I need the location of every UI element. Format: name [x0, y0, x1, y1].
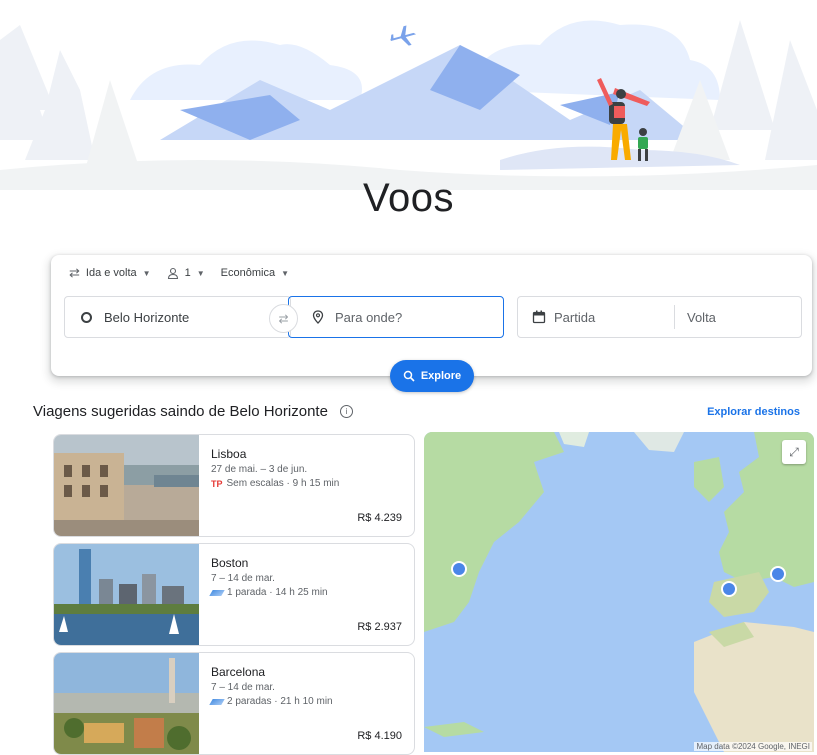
- passengers-select[interactable]: 1 ▼: [167, 267, 205, 279]
- trip-info: Lisboa 27 de mai. – 3 de jun. TP Sem esc…: [211, 447, 404, 489]
- person-icon: [167, 267, 178, 279]
- destination-field[interactable]: Para onde?: [288, 296, 504, 338]
- tap-logo-icon: TP: [211, 478, 223, 489]
- chevron-down-icon: ▼: [281, 268, 289, 278]
- trip-price: R$ 4.239: [357, 512, 402, 524]
- hero-illustration: [0, 0, 817, 190]
- trip-dates: 27 de mai. – 3 de jun.: [211, 464, 308, 475]
- airline-logo-icon: [209, 589, 225, 596]
- chevron-down-icon: ▼: [196, 268, 205, 278]
- barcelona-map-pin[interactable]: [770, 566, 786, 582]
- trip-flight-info: TP Sem escalas · 9 h 15 min: [211, 478, 404, 489]
- trip-price: R$ 2.937: [357, 621, 402, 633]
- expand-icon: ⤢: [789, 444, 799, 459]
- suggestions-title: Viagens sugeridas saindo de Belo Horizon…: [33, 403, 328, 420]
- passengers-count: 1: [184, 267, 191, 279]
- lisboa-map-pin[interactable]: [721, 581, 737, 597]
- origin-value: Belo Horizonte: [104, 309, 190, 325]
- info-icon[interactable]: i: [339, 405, 353, 418]
- swap-button[interactable]: ⇄: [269, 304, 298, 333]
- airline-logo-icon: [209, 698, 225, 705]
- trip-type-label: Ida e volta: [85, 267, 137, 279]
- swap-arrows-icon: ⇄: [69, 265, 80, 280]
- origin-field[interactable]: Belo Horizonte: [64, 296, 291, 338]
- map-attribution: Map data ©2024 Google, INEGI: [694, 742, 812, 751]
- destination-placeholder: Para onde?: [335, 309, 403, 325]
- trip-city: Lisboa: [211, 447, 247, 461]
- trip-card-lisboa[interactable]: Lisboa 27 de mai. – 3 de jun. TP Sem esc…: [53, 434, 415, 537]
- trip-flight-text: 2 paradas · 21 h 10 min: [227, 696, 333, 707]
- barcelona-photo: [54, 653, 199, 754]
- explore-button[interactable]: Explore: [390, 360, 474, 392]
- boston-map-pin[interactable]: [451, 561, 467, 577]
- page-title: Voos: [363, 176, 454, 220]
- trip-dates: 7 – 14 de mar.: [211, 573, 275, 584]
- return-placeholder[interactable]: Volta: [687, 310, 716, 325]
- origin-circle-icon: [81, 311, 92, 323]
- cabin-class-select[interactable]: Econômica ▼: [221, 267, 289, 279]
- suggestions-heading: Viagens sugeridas saindo de Belo Horizon…: [33, 403, 353, 420]
- trip-flight-text: Sem escalas · 9 h 15 min: [226, 478, 340, 489]
- expand-map-button[interactable]: ⤢: [782, 440, 806, 464]
- flight-search-card: ⇄ Ida e volta ▼ 1 ▼ Econômica ▼ Belo Hor…: [51, 255, 812, 392]
- airplane-icon: [390, 25, 417, 46]
- map-canvas: [424, 432, 814, 752]
- trip-dates: 7 – 14 de mar.: [211, 682, 275, 693]
- chevron-down-icon: ▼: [142, 268, 151, 278]
- trip-city: Boston: [211, 556, 249, 570]
- trip-flight-info: 1 parada · 14 h 25 min: [209, 587, 404, 598]
- trip-city: Barcelona: [211, 665, 266, 679]
- trip-info: Barcelona 7 – 14 de mar. 2 paradas · 21 …: [209, 665, 404, 707]
- search-icon: [403, 370, 415, 382]
- trip-price: R$ 4.190: [357, 730, 402, 742]
- boston-photo: [54, 544, 199, 645]
- trip-flight-text: 1 parada · 14 h 25 min: [227, 587, 328, 598]
- cabin-class-label: Econômica: [220, 267, 276, 279]
- departure-placeholder[interactable]: Partida: [554, 310, 674, 325]
- dates-field[interactable]: Partida Volta: [517, 296, 802, 338]
- trip-card-barcelona[interactable]: Barcelona 7 – 14 de mar. 2 paradas · 21 …: [53, 652, 415, 755]
- calendar-icon: [532, 310, 546, 324]
- date-divider: [674, 305, 675, 329]
- search-options: ⇄ Ida e volta ▼ 1 ▼ Econômica ▼: [69, 265, 289, 281]
- swap-arrows-icon: ⇄: [278, 311, 289, 326]
- trip-card-boston[interactable]: Boston 7 – 14 de mar. 1 parada · 14 h 25…: [53, 543, 415, 646]
- explore-label: Explore: [420, 370, 462, 382]
- location-pin-icon: [312, 310, 324, 324]
- explore-destinations-link[interactable]: Explorar destinos: [707, 406, 800, 418]
- destinations-map[interactable]: ⤢ Map data ©2024 Google, INEGI: [424, 432, 814, 752]
- trip-type-select[interactable]: ⇄ Ida e volta ▼: [69, 265, 151, 281]
- trip-info: Boston 7 – 14 de mar. 1 parada · 14 h 25…: [209, 556, 404, 598]
- lisboa-photo: [54, 435, 199, 536]
- trip-flight-info: 2 paradas · 21 h 10 min: [209, 696, 404, 707]
